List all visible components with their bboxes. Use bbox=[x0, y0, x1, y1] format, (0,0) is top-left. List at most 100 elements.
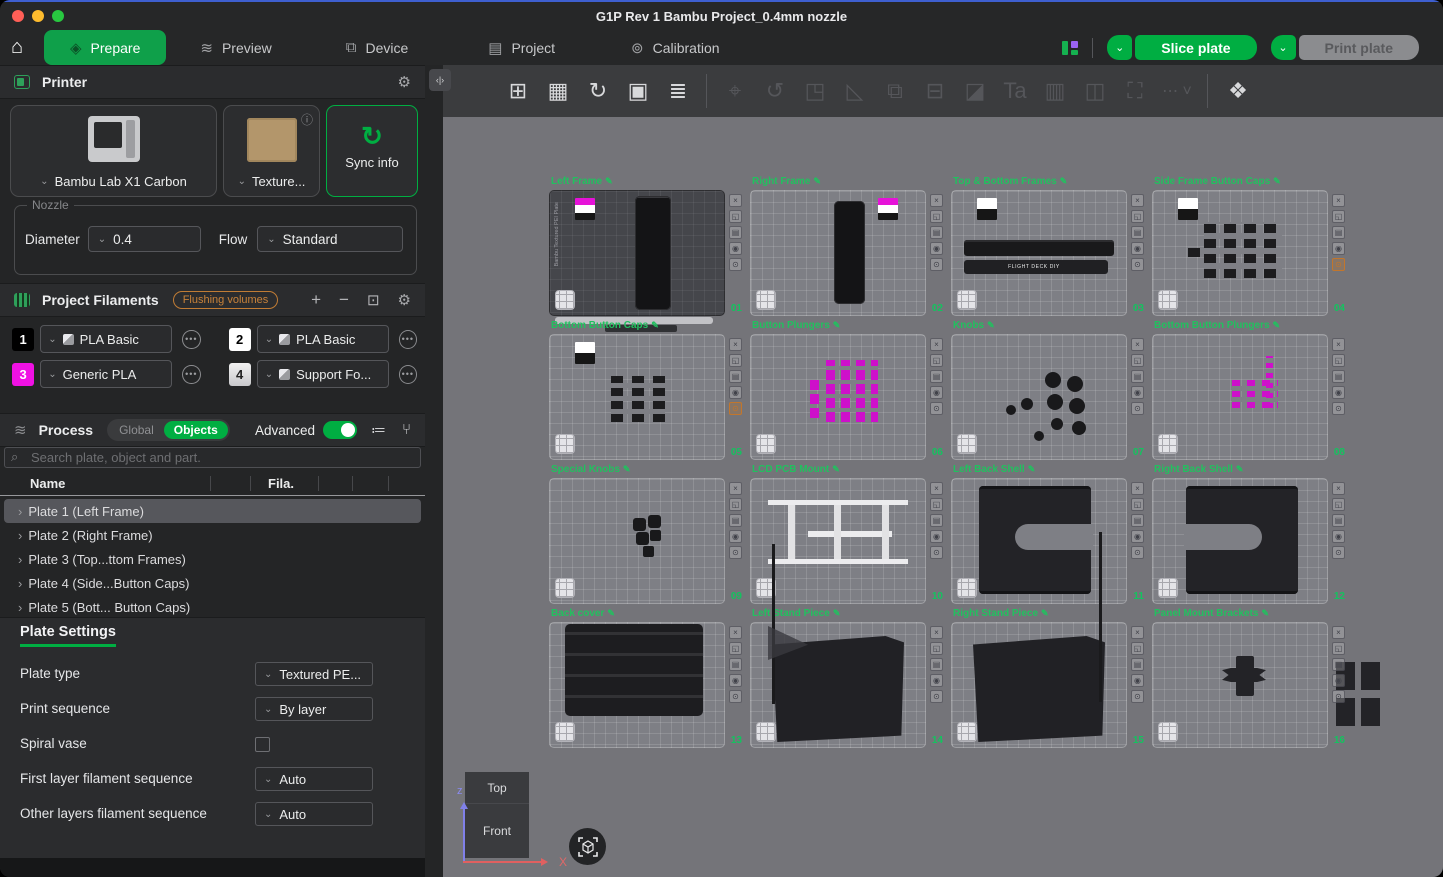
plate-name-icon[interactable]: ⊙ bbox=[930, 546, 943, 559]
build-plate-card[interactable]: ⓘ ⌄Texture... bbox=[223, 105, 320, 197]
close-window-button[interactable] bbox=[12, 10, 24, 22]
tab-calibration[interactable]: ⊚ Calibration bbox=[605, 30, 746, 65]
plate-list-row-5[interactable]: ›Plate 5 (Bott... Button Caps) bbox=[4, 595, 421, 619]
arrange-plate-icon[interactable]: ◱ bbox=[729, 498, 742, 511]
nozzle-flow-select[interactable]: ⌄ Standard bbox=[257, 226, 403, 252]
printer-settings-gear-icon[interactable]: ⚙ bbox=[398, 73, 411, 91]
plate-label[interactable]: Knobs✎ bbox=[953, 320, 995, 331]
auto-orient-icon[interactable]: ↻ bbox=[578, 78, 618, 104]
plate-settings-icon[interactable]: ▤ bbox=[930, 658, 943, 671]
plate-cell-16[interactable]: Panel Mount Brackets✎ ×◱▤◉⊙ 16 bbox=[1152, 622, 1328, 748]
plate-objects-thumbnail[interactable] bbox=[951, 622, 1127, 748]
delete-plate-icon[interactable]: × bbox=[1332, 626, 1345, 639]
plate-grid-chip-icon[interactable] bbox=[957, 722, 977, 742]
delete-plate-icon[interactable]: × bbox=[930, 626, 943, 639]
plate-grid-chip-icon[interactable] bbox=[756, 290, 776, 310]
plate-label[interactable]: Special Knobs✎ bbox=[551, 464, 630, 475]
plate-label[interactable]: Back cover✎ bbox=[551, 608, 615, 619]
plate-label[interactable]: Top & Bottom Frames✎ bbox=[953, 176, 1067, 187]
filament-2-swatch[interactable]: 2 bbox=[229, 328, 251, 351]
plate-settings-icon[interactable]: ▤ bbox=[729, 226, 742, 239]
add-plate-icon[interactable]: ▦ bbox=[538, 78, 578, 104]
arrange-plate-icon[interactable]: ◱ bbox=[1131, 210, 1144, 223]
add-object-icon[interactable]: ⊞ bbox=[498, 78, 538, 104]
edit-plate-name-icon[interactable]: ✎ bbox=[607, 608, 615, 618]
delete-plate-icon[interactable]: × bbox=[729, 482, 742, 495]
arrange-plate-icon[interactable]: ◱ bbox=[729, 354, 742, 367]
delete-plate-icon[interactable]: × bbox=[1131, 194, 1144, 207]
plate-name-icon[interactable]: ⊙ bbox=[1332, 690, 1345, 703]
plate-cell-14[interactable]: Left Stand Piece✎ ×◱▤◉⊙ 14 bbox=[750, 622, 926, 748]
plate-label[interactable]: Bottom Button Caps✎ bbox=[551, 320, 659, 331]
arrange-plate-icon[interactable]: ◱ bbox=[1131, 642, 1144, 655]
expand-icon[interactable]: › bbox=[18, 528, 22, 543]
plate-objects-thumbnail[interactable] bbox=[750, 334, 926, 460]
filament-2-edit-button[interactable]: ••• bbox=[399, 330, 417, 349]
edit-plate-name-icon[interactable]: ✎ bbox=[1261, 608, 1269, 618]
minimize-window-button[interactable] bbox=[32, 10, 44, 22]
arrange-plate-icon[interactable]: ◱ bbox=[1332, 210, 1345, 223]
edit-plate-name-icon[interactable]: ✎ bbox=[1236, 464, 1244, 474]
filament-1-edit-button[interactable]: ••• bbox=[182, 330, 200, 349]
add-filament-icon[interactable]: + bbox=[311, 290, 321, 310]
plate-name-icon[interactable]: ⊙ bbox=[1332, 402, 1345, 415]
plate-settings-icon[interactable]: ▤ bbox=[1332, 658, 1345, 671]
edit-plate-name-icon[interactable]: ✎ bbox=[1273, 320, 1281, 330]
first-layer-sequence-select[interactable]: ⌄Auto bbox=[255, 767, 373, 791]
plate-grid-chip-icon[interactable] bbox=[756, 722, 776, 742]
plate-cell-10[interactable]: LCD PCB Mount✎ ×◱▤◉⊙ 10 bbox=[750, 478, 926, 604]
plate-settings-icon[interactable]: ▤ bbox=[1131, 370, 1144, 383]
collapse-sidebar-button[interactable]: ‹|› bbox=[429, 69, 451, 91]
filament-4-select[interactable]: ⌄Support Fo... bbox=[257, 360, 389, 388]
plate-objects-thumbnail[interactable] bbox=[1152, 622, 1328, 748]
plate-name-icon[interactable]: ⊙ bbox=[930, 690, 943, 703]
sidebar-divider[interactable] bbox=[425, 65, 443, 877]
slice-plate-button[interactable]: Slice plate bbox=[1135, 35, 1256, 60]
plate-name-icon[interactable]: ⊙ bbox=[1131, 258, 1144, 271]
plate-objects-thumbnail[interactable] bbox=[549, 478, 725, 604]
plate-list-row-4[interactable]: ›Plate 4 (Side...Button Caps) bbox=[4, 571, 421, 595]
plate-cell-09[interactable]: Special Knobs✎ ×◱▤◉⊙ 09 bbox=[549, 478, 725, 604]
plate-cell-02[interactable]: Right Frame✎ ×◱▤◉⊙ 02 bbox=[750, 190, 926, 316]
arrange-plate-icon[interactable]: ◱ bbox=[1332, 354, 1345, 367]
plate-label[interactable]: Side Frame Button Caps✎ bbox=[1154, 176, 1281, 187]
layers-icon[interactable]: ≣ bbox=[658, 78, 698, 104]
delete-plate-icon[interactable]: × bbox=[1131, 338, 1144, 351]
lock-plate-icon[interactable]: ◉ bbox=[930, 674, 943, 687]
plate-settings-icon[interactable]: ▤ bbox=[930, 514, 943, 527]
plate-grid-chip-icon[interactable] bbox=[555, 434, 575, 454]
arrange-plate-icon[interactable]: ◱ bbox=[930, 354, 943, 367]
plate-grid-chip-icon[interactable] bbox=[555, 722, 575, 742]
orientation-cube[interactable]: Top Front bbox=[465, 772, 529, 858]
arrange-plate-icon[interactable]: ◱ bbox=[1131, 498, 1144, 511]
plate-label[interactable]: Button Plungers✎ bbox=[752, 320, 840, 331]
tab-preview[interactable]: ≋ Preview bbox=[174, 30, 297, 65]
edit-plate-name-icon[interactable]: ✎ bbox=[833, 608, 841, 618]
edit-plate-name-icon[interactable]: ✎ bbox=[1028, 464, 1036, 474]
viewport-canvas[interactable]: Left Frame✎ Bambu Textured PEI Plate ×◱▤… bbox=[443, 117, 1443, 877]
plate-cell-04[interactable]: Side Frame Button Caps✎ ×◱▤◉⊙ 04 bbox=[1152, 190, 1328, 316]
plate-list-row-1[interactable]: ›Plate 1 (Left Frame) bbox=[4, 499, 421, 523]
arrange-plate-icon[interactable]: ◱ bbox=[1332, 498, 1345, 511]
search-input[interactable] bbox=[4, 447, 421, 468]
flushing-volumes-button[interactable]: Flushing volumes bbox=[173, 291, 279, 309]
lock-plate-icon[interactable]: ◉ bbox=[1131, 386, 1144, 399]
edit-plate-name-icon[interactable]: ✎ bbox=[832, 464, 840, 474]
plate-objects-thumbnail[interactable] bbox=[750, 190, 926, 316]
print-options-dropdown[interactable]: ⌄ bbox=[1271, 35, 1296, 60]
filament-3-select[interactable]: ⌄Generic PLA bbox=[40, 360, 172, 388]
plate-grid-chip-icon[interactable] bbox=[756, 434, 776, 454]
edit-plate-name-icon[interactable]: ✎ bbox=[987, 320, 995, 330]
delete-plate-icon[interactable]: × bbox=[1332, 338, 1345, 351]
edit-plate-name-icon[interactable]: ✎ bbox=[813, 176, 821, 186]
plate-name-icon[interactable]: ⊙ bbox=[729, 546, 742, 559]
remove-filament-icon[interactable]: − bbox=[339, 290, 349, 310]
plate-settings-icon[interactable]: ▤ bbox=[1332, 514, 1345, 527]
arrange-icon[interactable]: ▣ bbox=[618, 78, 658, 104]
plate-grid-chip-icon[interactable] bbox=[1158, 290, 1178, 310]
expand-icon[interactable]: › bbox=[18, 576, 22, 591]
delete-plate-icon[interactable]: × bbox=[729, 626, 742, 639]
plate-settings-icon[interactable]: ▤ bbox=[1131, 226, 1144, 239]
expand-icon[interactable]: › bbox=[18, 504, 22, 519]
sync-info-button[interactable]: ↻ Sync info bbox=[326, 105, 418, 197]
